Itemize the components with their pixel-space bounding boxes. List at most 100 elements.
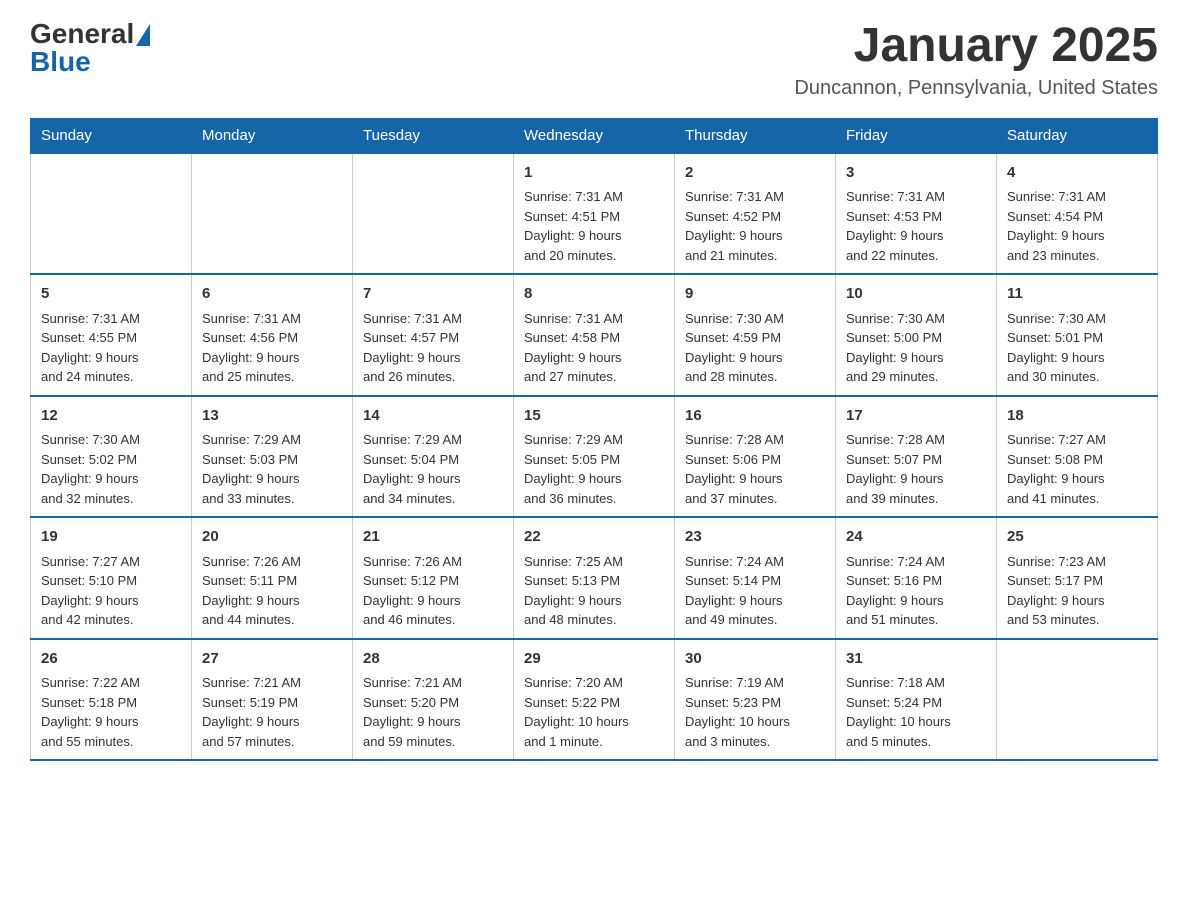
day-info: Sunrise: 7:24 AM Sunset: 5:14 PM Dayligh…	[685, 552, 825, 630]
day-number: 12	[41, 405, 181, 428]
day-info: Sunrise: 7:27 AM Sunset: 5:10 PM Dayligh…	[41, 552, 181, 630]
day-number: 6	[202, 283, 342, 306]
day-info: Sunrise: 7:30 AM Sunset: 5:01 PM Dayligh…	[1007, 309, 1147, 387]
calendar-cell: 4Sunrise: 7:31 AM Sunset: 4:54 PM Daylig…	[997, 153, 1158, 275]
calendar-cell: 1Sunrise: 7:31 AM Sunset: 4:51 PM Daylig…	[514, 153, 675, 275]
day-info: Sunrise: 7:22 AM Sunset: 5:18 PM Dayligh…	[41, 673, 181, 751]
day-info: Sunrise: 7:31 AM Sunset: 4:57 PM Dayligh…	[363, 309, 503, 387]
calendar-cell: 6 Sunrise: 7:31 AM Sunset: 4:56 PM Daylig…	[192, 274, 353, 396]
calendar-week-row: 12Sunrise: 7:30 AM Sunset: 5:02 PM Dayli…	[31, 396, 1158, 518]
day-number: 3	[846, 162, 986, 185]
calendar-header-tuesday: Tuesday	[353, 118, 514, 153]
day-number: 27	[202, 648, 342, 671]
day-number: 28	[363, 648, 503, 671]
calendar-header-sunday: Sunday	[31, 118, 192, 153]
calendar-cell: 2Sunrise: 7:31 AM Sunset: 4:52 PM Daylig…	[675, 153, 836, 275]
day-number: 17	[846, 405, 986, 428]
day-info: Sunrise: 7:31 AM Sunset: 4:54 PM Dayligh…	[1007, 187, 1147, 265]
calendar-header-friday: Friday	[836, 118, 997, 153]
day-number: 16	[685, 405, 825, 428]
calendar-cell	[31, 153, 192, 275]
day-number: 31	[846, 648, 986, 671]
logo: General Blue	[30, 20, 150, 76]
day-number: 14	[363, 405, 503, 428]
day-info: Sunrise: 7:20 AM Sunset: 5:22 PM Dayligh…	[524, 673, 664, 751]
day-number: 11	[1007, 283, 1147, 306]
day-info: Sunrise: 7:19 AM Sunset: 5:23 PM Dayligh…	[685, 673, 825, 751]
calendar-cell: 7 Sunrise: 7:31 AM Sunset: 4:57 PM Daylig…	[353, 274, 514, 396]
day-number: 15	[524, 405, 664, 428]
calendar-cell: 26Sunrise: 7:22 AM Sunset: 5:18 PM Dayli…	[31, 639, 192, 761]
day-number: 2	[685, 162, 825, 185]
day-info: Sunrise: 7:30 AM Sunset: 5:00 PM Dayligh…	[846, 309, 986, 387]
day-info: Sunrise: 7:31 AM Sunset: 4:51 PM Dayligh…	[524, 187, 664, 265]
page-header: General Blue January 2025 Duncannon, Pen…	[30, 20, 1158, 100]
calendar-cell: 28Sunrise: 7:21 AM Sunset: 5:20 PM Dayli…	[353, 639, 514, 761]
logo-blue-text: Blue	[30, 48, 91, 76]
calendar-cell: 3Sunrise: 7:31 AM Sunset: 4:53 PM Daylig…	[836, 153, 997, 275]
logo-triangle-icon	[136, 24, 150, 46]
calendar-cell: 17Sunrise: 7:28 AM Sunset: 5:07 PM Dayli…	[836, 396, 997, 518]
day-number: 25	[1007, 526, 1147, 549]
calendar-cell: 21Sunrise: 7:26 AM Sunset: 5:12 PM Dayli…	[353, 517, 514, 639]
calendar-header-row: SundayMondayTuesdayWednesdayThursdayFrid…	[31, 118, 1158, 153]
day-info: Sunrise: 7:31 AM Sunset: 4:52 PM Dayligh…	[685, 187, 825, 265]
day-number: 19	[41, 526, 181, 549]
day-number: 7	[363, 283, 503, 306]
day-number: 9	[685, 283, 825, 306]
month-title: January 2025	[794, 20, 1158, 73]
calendar-cell: 31Sunrise: 7:18 AM Sunset: 5:24 PM Dayli…	[836, 639, 997, 761]
day-info: Sunrise: 7:31 AM Sunset: 4:53 PM Dayligh…	[846, 187, 986, 265]
calendar-header-saturday: Saturday	[997, 118, 1158, 153]
day-info: Sunrise: 7:21 AM Sunset: 5:20 PM Dayligh…	[363, 673, 503, 751]
calendar-cell: 23 Sunrise: 7:24 AM Sunset: 5:14 PM Dayli…	[675, 517, 836, 639]
calendar-cell: 9 Sunrise: 7:30 AM Sunset: 4:59 PM Daylig…	[675, 274, 836, 396]
location-subtitle: Duncannon, Pennsylvania, United States	[794, 77, 1158, 100]
calendar-header-wednesday: Wednesday	[514, 118, 675, 153]
calendar-cell: 16Sunrise: 7:28 AM Sunset: 5:06 PM Dayli…	[675, 396, 836, 518]
day-info: Sunrise: 7:30 AM Sunset: 5:02 PM Dayligh…	[41, 430, 181, 508]
calendar-cell: 8 Sunrise: 7:31 AM Sunset: 4:58 PM Daylig…	[514, 274, 675, 396]
day-info: Sunrise: 7:21 AM Sunset: 5:19 PM Dayligh…	[202, 673, 342, 751]
calendar-week-row: 19 Sunrise: 7:27 AM Sunset: 5:10 PM Dayli…	[31, 517, 1158, 639]
day-number: 30	[685, 648, 825, 671]
day-number: 8	[524, 283, 664, 306]
day-info: Sunrise: 7:31 AM Sunset: 4:56 PM Dayligh…	[202, 309, 342, 387]
calendar-cell: 20 Sunrise: 7:26 AM Sunset: 5:11 PM Dayli…	[192, 517, 353, 639]
day-number: 23	[685, 526, 825, 549]
day-info: Sunrise: 7:26 AM Sunset: 5:12 PM Dayligh…	[363, 552, 503, 630]
day-info: Sunrise: 7:23 AM Sunset: 5:17 PM Dayligh…	[1007, 552, 1147, 630]
calendar-cell: 27Sunrise: 7:21 AM Sunset: 5:19 PM Dayli…	[192, 639, 353, 761]
calendar-cell: 13Sunrise: 7:29 AM Sunset: 5:03 PM Dayli…	[192, 396, 353, 518]
day-number: 24	[846, 526, 986, 549]
calendar-cell: 22 Sunrise: 7:25 AM Sunset: 5:13 PM Dayli…	[514, 517, 675, 639]
calendar-header-thursday: Thursday	[675, 118, 836, 153]
calendar-cell: 18Sunrise: 7:27 AM Sunset: 5:08 PM Dayli…	[997, 396, 1158, 518]
day-number: 22	[524, 526, 664, 549]
calendar-cell: 30Sunrise: 7:19 AM Sunset: 5:23 PM Dayli…	[675, 639, 836, 761]
day-info: Sunrise: 7:30 AM Sunset: 4:59 PM Dayligh…	[685, 309, 825, 387]
day-number: 26	[41, 648, 181, 671]
day-info: Sunrise: 7:28 AM Sunset: 5:07 PM Dayligh…	[846, 430, 986, 508]
day-info: Sunrise: 7:31 AM Sunset: 4:58 PM Dayligh…	[524, 309, 664, 387]
calendar-cell: 19 Sunrise: 7:27 AM Sunset: 5:10 PM Dayli…	[31, 517, 192, 639]
day-number: 20	[202, 526, 342, 549]
day-info: Sunrise: 7:29 AM Sunset: 5:03 PM Dayligh…	[202, 430, 342, 508]
calendar-cell: 15Sunrise: 7:29 AM Sunset: 5:05 PM Dayli…	[514, 396, 675, 518]
day-number: 10	[846, 283, 986, 306]
calendar-cell: 12Sunrise: 7:30 AM Sunset: 5:02 PM Dayli…	[31, 396, 192, 518]
calendar-table: SundayMondayTuesdayWednesdayThursdayFrid…	[30, 118, 1158, 762]
day-number: 18	[1007, 405, 1147, 428]
calendar-week-row: 26Sunrise: 7:22 AM Sunset: 5:18 PM Dayli…	[31, 639, 1158, 761]
calendar-cell: 11 Sunrise: 7:30 AM Sunset: 5:01 PM Dayli…	[997, 274, 1158, 396]
calendar-cell	[192, 153, 353, 275]
day-info: Sunrise: 7:18 AM Sunset: 5:24 PM Dayligh…	[846, 673, 986, 751]
calendar-cell: 10 Sunrise: 7:30 AM Sunset: 5:00 PM Dayli…	[836, 274, 997, 396]
calendar-cell: 14Sunrise: 7:29 AM Sunset: 5:04 PM Dayli…	[353, 396, 514, 518]
day-info: Sunrise: 7:25 AM Sunset: 5:13 PM Dayligh…	[524, 552, 664, 630]
day-info: Sunrise: 7:26 AM Sunset: 5:11 PM Dayligh…	[202, 552, 342, 630]
calendar-header-monday: Monday	[192, 118, 353, 153]
calendar-cell	[997, 639, 1158, 761]
logo-general-text: General	[30, 20, 134, 48]
calendar-cell: 29Sunrise: 7:20 AM Sunset: 5:22 PM Dayli…	[514, 639, 675, 761]
